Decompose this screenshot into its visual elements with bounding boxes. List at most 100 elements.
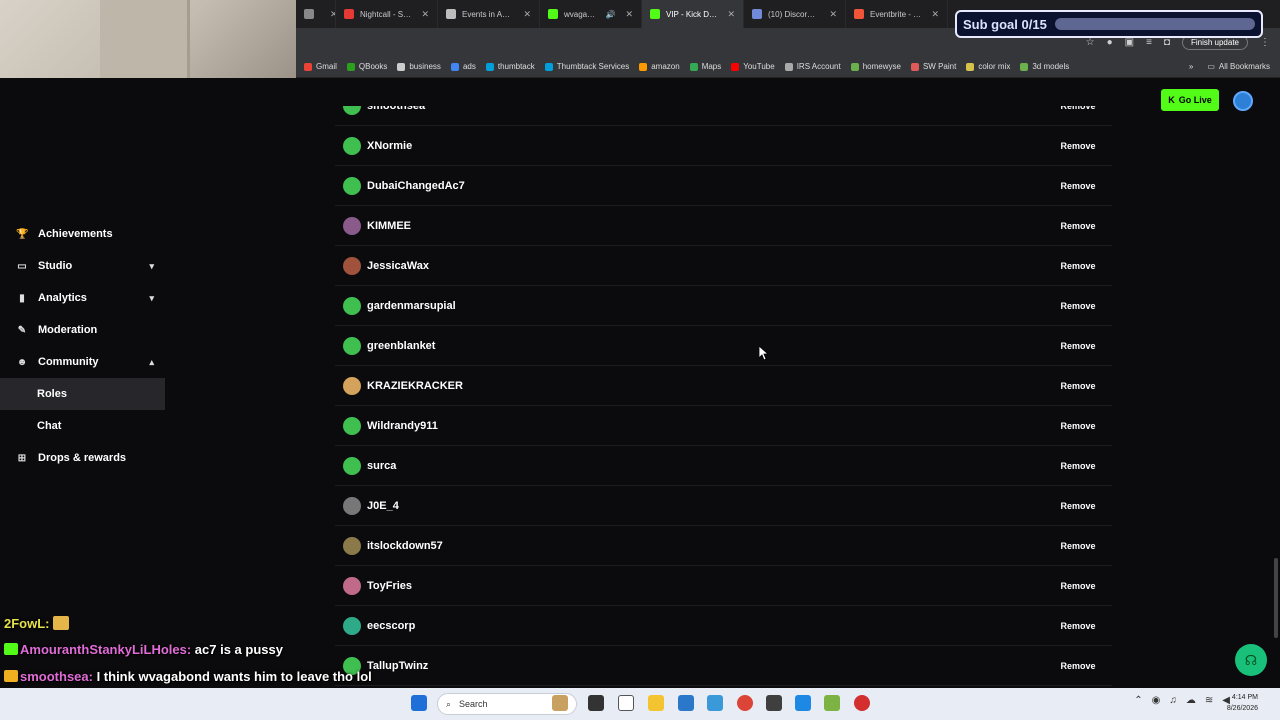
bookmark-item[interactable]: amazon: [639, 62, 680, 71]
cloud-icon[interactable]: ☁: [1186, 695, 1196, 706]
tab-favicon-icon: [304, 9, 314, 19]
bookmark-item[interactable]: Maps: [689, 62, 721, 71]
browser-tab[interactable]: Nightcall - Son ✕: [336, 0, 438, 28]
remove-button[interactable]: Remove: [1052, 175, 1104, 197]
calendar-app-icon[interactable]: [678, 695, 694, 711]
bookmark-item[interactable]: QBooks: [346, 62, 387, 71]
network-icon[interactable]: ◉: [1152, 695, 1161, 706]
profile-icon[interactable]: ◘: [1164, 37, 1170, 48]
support-chat-button[interactable]: ☊: [1235, 644, 1267, 676]
close-icon[interactable]: ✕: [829, 9, 837, 20]
chevron-down-icon[interactable]: ▾: [149, 293, 154, 304]
remove-button[interactable]: Remove: [1052, 335, 1104, 357]
chrome-alt-icon[interactable]: [854, 695, 870, 711]
close-icon[interactable]: ✕: [625, 9, 633, 20]
bookmark-item[interactable]: SW Paint: [910, 62, 956, 71]
microphone-icon[interactable]: ♫: [1169, 695, 1177, 706]
browser-tab[interactable]: Events in Austin ✕: [438, 0, 540, 28]
username: DubaiChangedAc7: [367, 179, 465, 192]
remove-button[interactable]: Remove: [1052, 375, 1104, 397]
bookmark-icon: [450, 62, 459, 71]
bookmark-label: amazon: [651, 62, 680, 71]
username: JessicaWax: [367, 259, 429, 272]
bookmark-item[interactable]: thumbtack: [485, 62, 535, 71]
windows-start-icon[interactable]: [411, 695, 427, 711]
bookmark-item[interactable]: Thumbtack Services: [544, 62, 629, 71]
browser-tab[interactable]: Eventbrite - My ✕: [846, 0, 948, 28]
bookmark-item[interactable]: ads: [450, 62, 476, 71]
bookmark-item[interactable]: business: [397, 62, 441, 71]
file-explorer-icon[interactable]: [648, 695, 664, 711]
remove-button[interactable]: Remove: [1052, 255, 1104, 277]
bookmark-item[interactable]: 3d models: [1020, 62, 1069, 71]
close-icon[interactable]: ✕: [931, 9, 939, 20]
remove-button[interactable]: Remove: [1052, 106, 1104, 117]
sidebar-item-achievements[interactable]: 🏆 Achievements: [0, 218, 180, 250]
sidebar-item-moderation[interactable]: ✎ Moderation: [0, 314, 180, 346]
sidebar-item-drops[interactable]: ⊞ Drops & rewards: [0, 442, 180, 474]
speaker-icon[interactable]: 🔊: [605, 10, 615, 19]
chevron-right-icon[interactable]: »: [1189, 62, 1193, 71]
user-avatar-icon: [343, 456, 361, 475]
all-bookmarks-button[interactable]: ▭ All Bookmarks: [1207, 62, 1270, 71]
bookmark-item[interactable]: homewyse: [850, 62, 901, 71]
chevron-up-icon[interactable]: ⌃: [1134, 695, 1142, 706]
close-icon[interactable]: ✕: [727, 9, 735, 20]
chrome-icon[interactable]: [737, 695, 753, 711]
wifi-icon[interactable]: ≋: [1205, 695, 1213, 706]
list-item: XNormie Remove: [335, 126, 1112, 166]
paint-app-icon[interactable]: [795, 695, 811, 711]
username: XNormie: [367, 139, 413, 152]
taskbar-clock[interactable]: 4:14 PM 8/26/2026: [1227, 692, 1258, 714]
sidebar-item-label: Studio: [38, 260, 73, 272]
remove-button[interactable]: Remove: [1052, 575, 1104, 597]
sidebar-item-analytics[interactable]: ▮ Analytics ▾: [0, 282, 180, 314]
close-icon[interactable]: ✕: [523, 9, 531, 20]
chevron-up-icon[interactable]: ▴: [149, 357, 154, 368]
close-icon[interactable]: ✕: [421, 9, 429, 20]
bookmark-item[interactable]: color mix: [966, 62, 1010, 71]
sidebar-item-studio[interactable]: ▭ Studio ▾: [0, 250, 180, 282]
bookmark-item[interactable]: YouTube: [731, 62, 775, 71]
media-icon[interactable]: ≡: [1146, 37, 1152, 48]
remove-button[interactable]: Remove: [1052, 415, 1104, 437]
remove-button[interactable]: Remove: [1052, 135, 1104, 157]
stack-app-icon[interactable]: [824, 695, 840, 711]
browser-tab[interactable]: VIP - Kick Dash ✕: [642, 0, 744, 28]
chat-message: AmouranthStankyLiLHoles: ac7 is a pussy: [4, 642, 283, 657]
extension-icon[interactable]: ●: [1107, 37, 1113, 48]
calculator-icon[interactable]: [766, 695, 782, 711]
remove-button[interactable]: Remove: [1052, 615, 1104, 637]
puzzle-icon[interactable]: ▣: [1125, 37, 1134, 48]
remove-button[interactable]: Remove: [1052, 495, 1104, 517]
avatar[interactable]: [1233, 91, 1253, 111]
remove-button[interactable]: Remove: [1052, 215, 1104, 237]
menu-icon[interactable]: ⋮: [1260, 37, 1270, 48]
go-live-button[interactable]: K Go Live: [1161, 89, 1219, 111]
task-view-icon[interactable]: [588, 695, 604, 711]
user-avatar-icon: [343, 176, 361, 195]
remove-button[interactable]: Remove: [1052, 455, 1104, 477]
sidebar-item-label: Drops & rewards: [38, 452, 127, 464]
sidebar-item-community[interactable]: ☻ Community ▴: [0, 346, 180, 378]
sidebar-item-roles[interactable]: Roles: [0, 378, 165, 410]
bookmark-item[interactable]: Gmail: [304, 62, 337, 71]
remove-button[interactable]: Remove: [1052, 535, 1104, 557]
username: KIMMEE: [367, 219, 411, 232]
edge-icon[interactable]: [707, 695, 723, 711]
bookmark-item[interactable]: IRS Account: [784, 62, 841, 71]
notepad-icon[interactable]: [618, 695, 634, 711]
list-item: KRAZIEKRACKER Remove: [335, 366, 1112, 406]
star-icon[interactable]: ☆: [1086, 37, 1095, 48]
remove-button[interactable]: Remove: [1052, 295, 1104, 317]
browser-tab[interactable]: (10) Discord | # ✕: [744, 0, 846, 28]
sidebar-item-chat[interactable]: Chat: [0, 410, 180, 442]
chevron-down-icon[interactable]: ▾: [149, 261, 154, 272]
list-item: DubaiChangedAc7 Remove: [335, 166, 1112, 206]
sub-goal-overlay: Sub goal 0/15: [955, 10, 1263, 38]
browser-tab[interactable]: ne✕: [296, 0, 336, 28]
browser-tab[interactable]: wvagabond 🔊 ✕: [540, 0, 642, 28]
page-scrollbar[interactable]: [1274, 558, 1278, 638]
search-highlight-icon: [552, 695, 568, 711]
remove-button[interactable]: Remove: [1052, 655, 1104, 677]
